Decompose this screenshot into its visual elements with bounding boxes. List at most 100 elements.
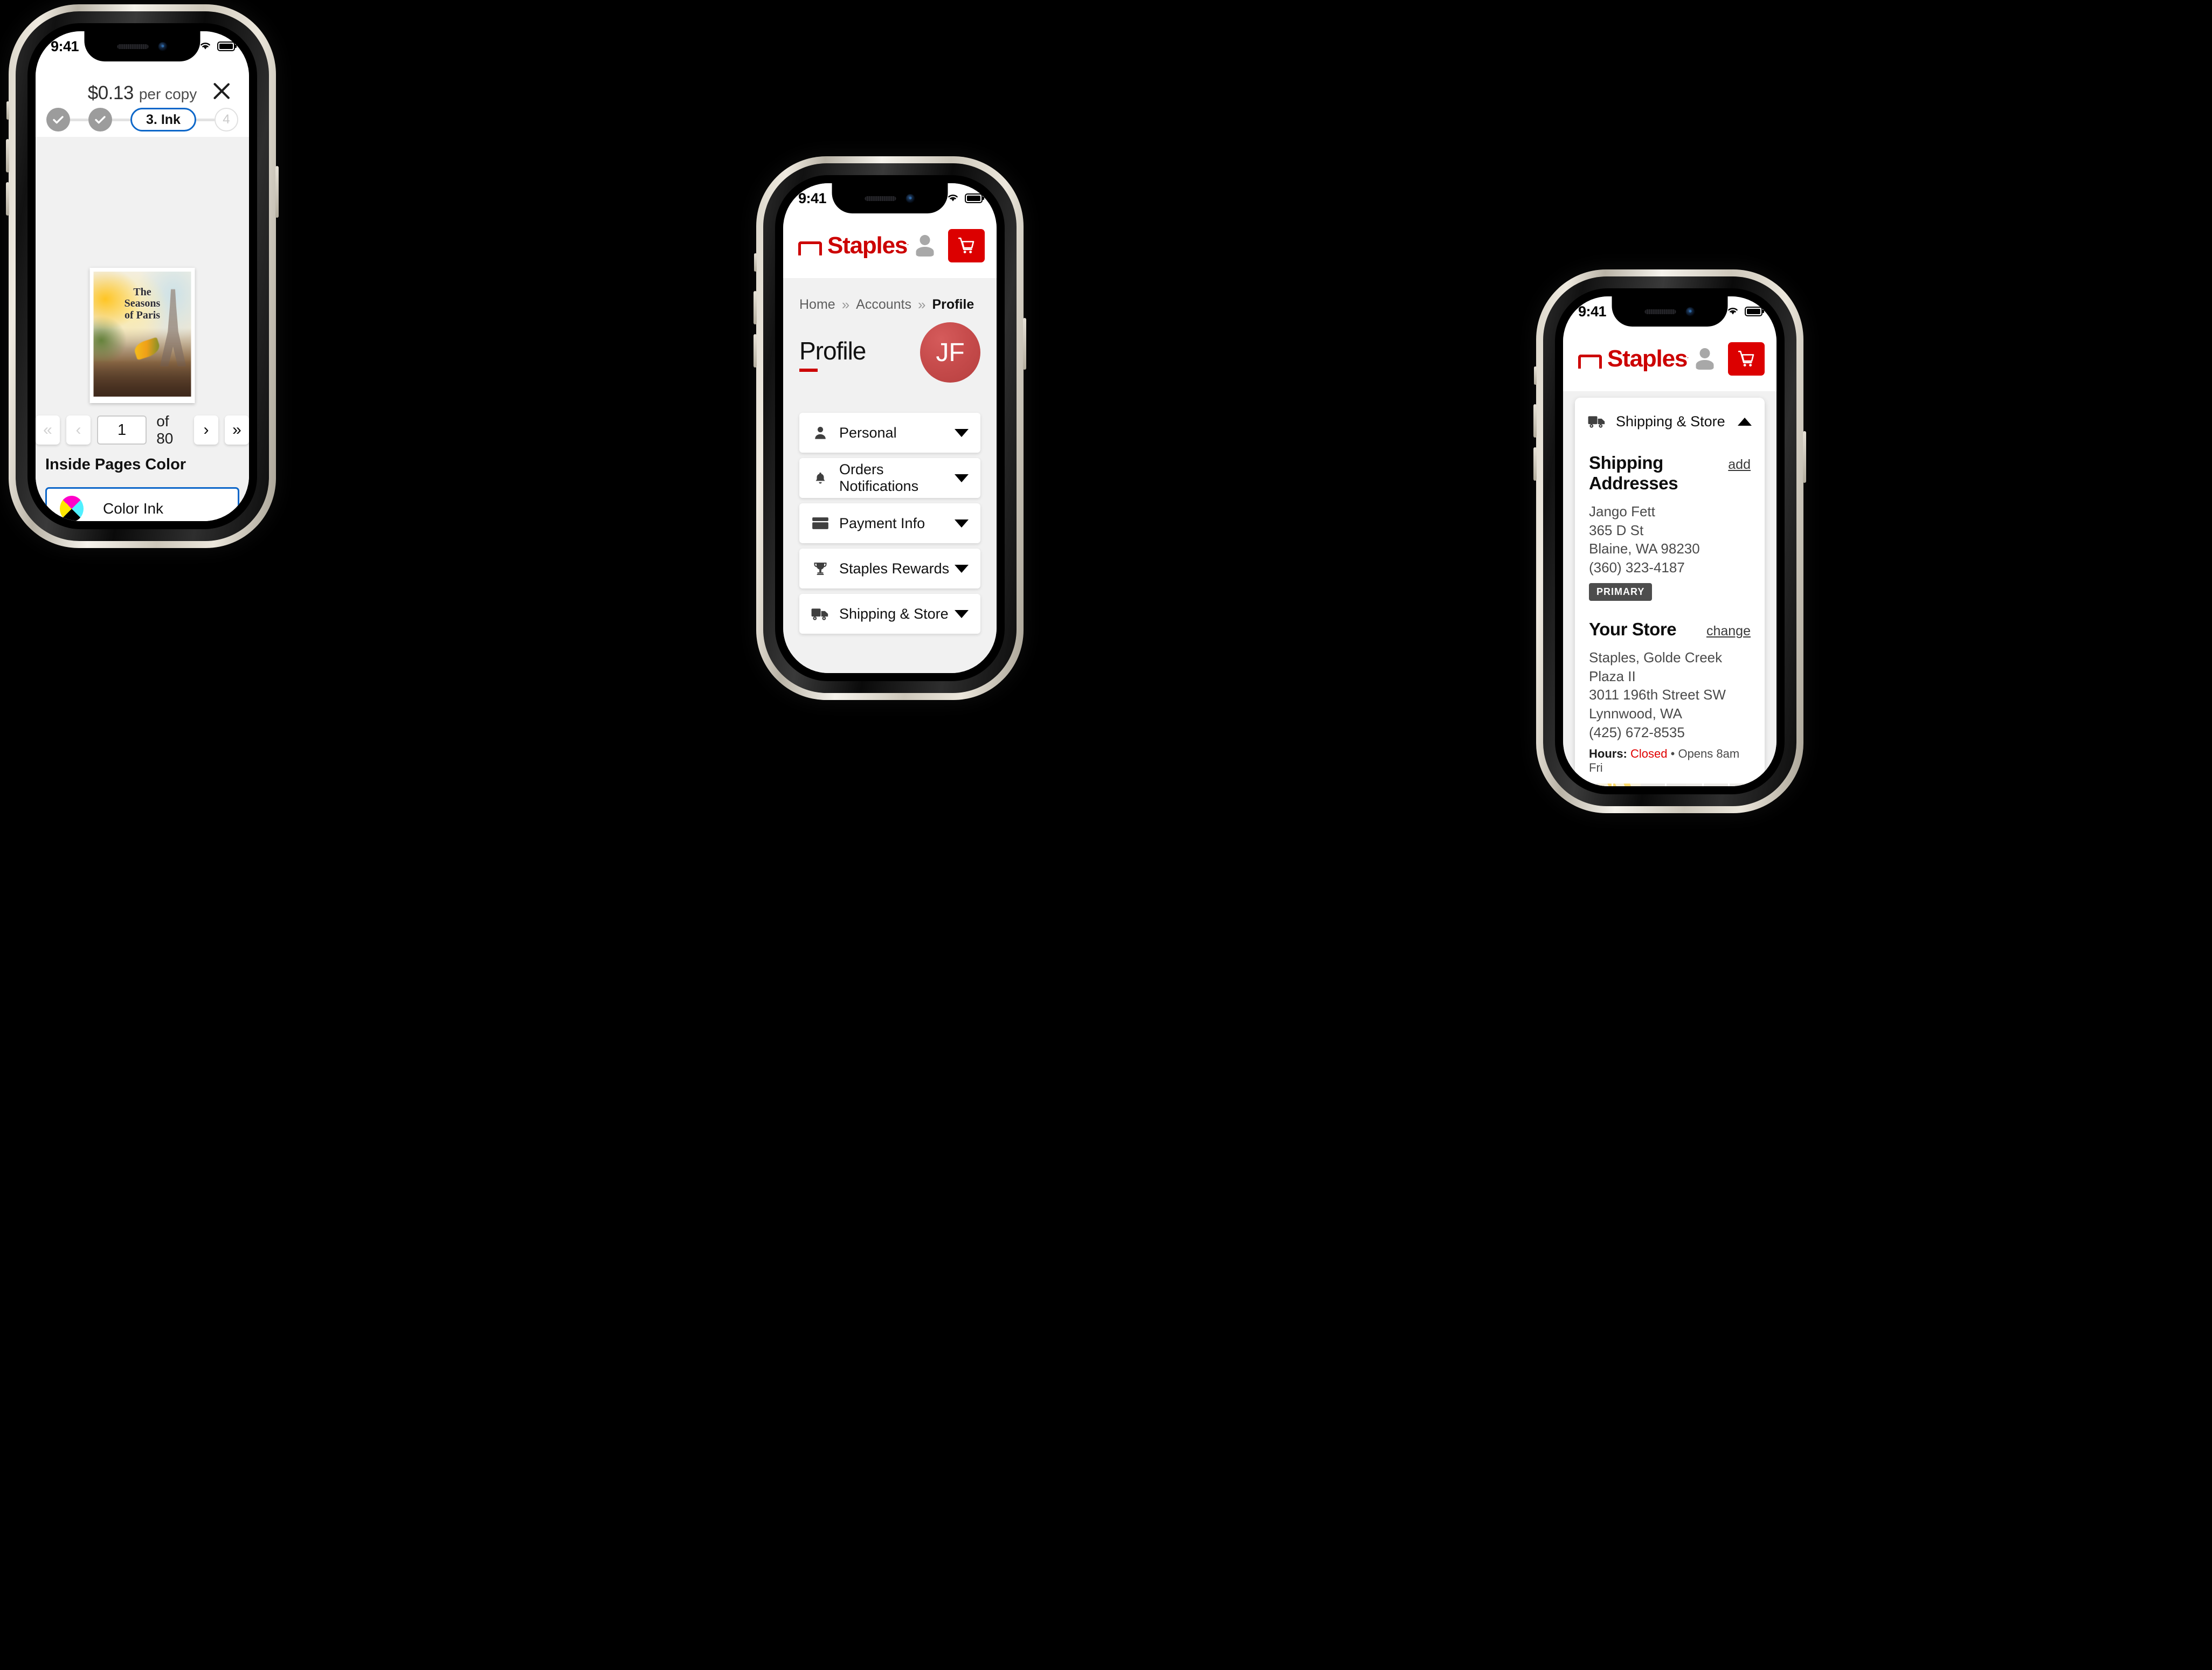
accordion-item-personal[interactable]: Personal: [799, 413, 980, 453]
accordion-label: Shipping & Store: [839, 605, 949, 622]
shipping-store-panel: Shipping & Store Shipping Addresses add …: [1575, 398, 1765, 786]
cart-icon: [1738, 350, 1754, 367]
step-2-complete[interactable]: [88, 108, 113, 131]
credit-card-icon: [811, 516, 830, 530]
breadcrumb-item-profile: Profile: [932, 297, 974, 312]
address-phone: (360) 323-4187: [1589, 559, 1685, 576]
your-store-header: Your Store change: [1589, 619, 1751, 640]
phone-mockup-print-options: 9:41 $0.13 per copy 3. Ink 4 The Seasons…: [6, 4, 279, 548]
mute-switch[interactable]: [1534, 366, 1537, 385]
store-city-state: Lynnwood, WA: [1589, 705, 1682, 722]
price-unit: per copy: [139, 86, 197, 102]
store-map[interactable]: 5 Michaels s Spa r Furniture for Less 28…: [1589, 784, 1751, 786]
accordion-item-orders-notifications[interactable]: Orders Notifications: [799, 458, 980, 498]
mute-switch[interactable]: [6, 101, 9, 120]
volume-up-button[interactable]: [6, 139, 9, 172]
cellular-icon: [180, 41, 193, 52]
account-icon[interactable]: [915, 235, 935, 257]
breadcrumb-separator-icon: »: [841, 296, 850, 313]
first-page-button[interactable]: «: [36, 415, 60, 445]
store-hours: Hours: Closed • Opens 8am Fri: [1589, 747, 1751, 775]
accordion-item-staples-rewards[interactable]: Staples Rewards: [799, 549, 980, 588]
status-indicators: [928, 192, 984, 205]
staples-logo[interactable]: Staples.: [1578, 345, 1689, 372]
chevron-down-icon[interactable]: [955, 428, 969, 437]
page-title: Profile: [799, 336, 866, 372]
shipping-address: Jango Fett 365 D St Blaine, WA 98230 (36…: [1589, 502, 1751, 577]
hours-status: Closed: [1630, 747, 1668, 761]
volume-up-button[interactable]: [754, 291, 757, 324]
battery-icon: [217, 41, 237, 51]
chevron-up-icon[interactable]: [1738, 417, 1752, 426]
panel-header[interactable]: Shipping & Store: [1575, 398, 1765, 445]
cart-button[interactable]: [948, 229, 985, 262]
accordion-item-shipping-store[interactable]: Shipping & Store: [799, 594, 980, 634]
status-bar: 9:41: [36, 31, 249, 61]
panel-title: Shipping & Store: [1616, 413, 1725, 429]
cellular-icon: [928, 193, 941, 204]
breadcrumb-item-accounts[interactable]: Accounts: [856, 297, 911, 313]
shipping-addresses-header: Shipping Addresses add: [1589, 453, 1751, 494]
step-4-upcoming[interactable]: 4: [214, 108, 238, 131]
truck-icon: [811, 607, 830, 621]
page-number-input[interactable]: 1: [96, 415, 147, 445]
change-store-link[interactable]: change: [1706, 623, 1751, 639]
phone-mockup-profile: 9:41 Staples. Home » Accounts » Profile …: [754, 156, 1026, 700]
power-button[interactable]: [275, 166, 279, 218]
volume-down-button[interactable]: [6, 182, 9, 216]
mute-switch[interactable]: [754, 253, 757, 272]
cart-button[interactable]: [1728, 342, 1765, 376]
breadcrumb: Home » Accounts » Profile: [799, 296, 974, 313]
chevron-down-icon[interactable]: [955, 564, 969, 573]
prev-page-button[interactable]: ‹: [66, 415, 91, 445]
add-address-link[interactable]: add: [1728, 457, 1751, 473]
wifi-icon: [199, 40, 212, 53]
cmyk-wheel-icon: [60, 496, 84, 521]
status-indicators: [1708, 306, 1764, 318]
step-1-complete[interactable]: [46, 108, 71, 131]
accordion-label: Staples Rewards: [839, 560, 950, 577]
bell-icon: [811, 470, 830, 486]
wifi-icon: [1726, 306, 1739, 318]
profile-body: Home » Accounts » Profile Profile JF Per…: [783, 278, 997, 673]
volume-down-button[interactable]: [754, 334, 757, 368]
chevron-down-icon[interactable]: [955, 474, 969, 482]
power-button[interactable]: [1023, 318, 1026, 370]
last-page-button[interactable]: »: [225, 415, 249, 445]
book-title: The Seasons of Paris: [124, 286, 161, 322]
power-button[interactable]: [1803, 431, 1806, 483]
status-indicators: [180, 40, 237, 53]
trademark-symbol: .: [1687, 354, 1689, 360]
progress-stepper: 3. Ink 4: [36, 108, 249, 131]
next-page-button[interactable]: ›: [194, 415, 219, 445]
volume-up-button[interactable]: [1533, 404, 1537, 438]
print-options-body: The Seasons of Paris « ‹ 1 of 80 › » Ins…: [36, 137, 249, 521]
book-cover-image: The Seasons of Paris: [93, 272, 191, 397]
book-preview[interactable]: The Seasons of Paris: [89, 268, 195, 403]
store-street: 3011 196th Street SW: [1589, 687, 1726, 703]
status-bar: 9:41: [783, 183, 997, 213]
hours-separator: •: [1670, 747, 1675, 761]
volume-down-button[interactable]: [1533, 447, 1537, 481]
status-bar: 9:41: [1563, 296, 1776, 327]
stepper-connector: [196, 118, 215, 121]
option-color-ink-label: Color Ink: [103, 500, 164, 517]
chevron-down-icon[interactable]: [955, 609, 969, 618]
profile-accordion: Personal Orders Notifications Payment In…: [799, 413, 980, 634]
close-icon[interactable]: [209, 79, 234, 103]
staples-wordmark: Staples.: [827, 232, 909, 259]
staples-wordmark: Staples.: [1607, 345, 1689, 372]
avatar[interactable]: JF: [920, 322, 980, 383]
status-time: 9:41: [51, 38, 79, 54]
account-icon[interactable]: [1695, 348, 1715, 370]
staples-logo[interactable]: Staples.: [798, 232, 909, 259]
option-color-ink[interactable]: Color Ink: [45, 487, 239, 521]
chevron-down-icon[interactable]: [955, 519, 969, 528]
phone2-screen: 9:41 Staples. Home » Accounts » Profile …: [783, 183, 997, 673]
breadcrumb-item-home[interactable]: Home: [799, 297, 835, 313]
cart-icon: [958, 237, 974, 254]
step-3-current[interactable]: 3. Ink: [130, 108, 196, 131]
cellular-icon: [1708, 306, 1721, 317]
phone3-screen: 9:41 Staples. Shipping & Store Shipping …: [1563, 296, 1776, 786]
accordion-item-payment-info[interactable]: Payment Info: [799, 503, 980, 543]
